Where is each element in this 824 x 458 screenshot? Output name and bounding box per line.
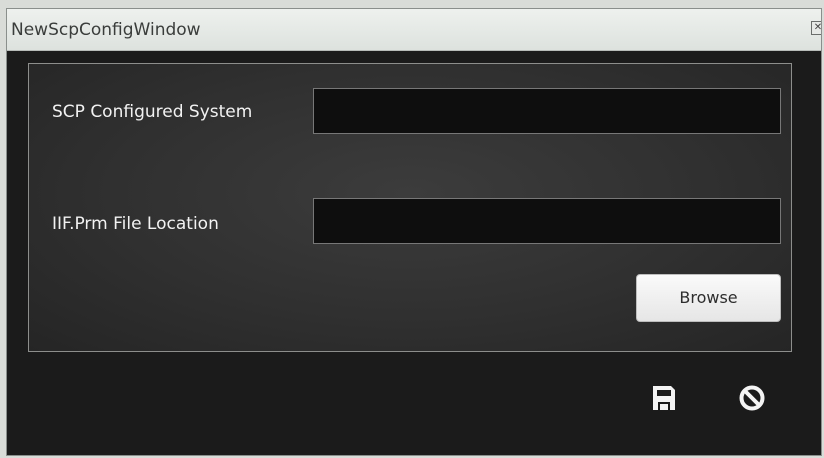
close-icon: ✕ bbox=[813, 22, 822, 33]
save-button[interactable] bbox=[647, 381, 681, 415]
iif-file-label: IIF.Prm File Location bbox=[52, 214, 219, 234]
close-button[interactable]: ✕ bbox=[811, 21, 822, 35]
title-bar: NewScpConfigWindow ✕ bbox=[7, 9, 821, 51]
cancel-button[interactable] bbox=[735, 381, 769, 415]
cancel-icon bbox=[739, 385, 765, 411]
config-panel: SCP Configured System IIF.Prm File Locat… bbox=[28, 63, 792, 352]
scp-system-label: SCP Configured System bbox=[52, 102, 253, 122]
scp-system-input[interactable] bbox=[313, 88, 781, 134]
window-title: NewScpConfigWindow bbox=[11, 20, 201, 40]
save-icon bbox=[653, 386, 675, 410]
iif-file-input[interactable] bbox=[313, 198, 781, 244]
config-window: NewScpConfigWindow ✕ SCP Configured Syst… bbox=[6, 8, 822, 456]
browse-button[interactable]: Browse bbox=[636, 274, 781, 322]
